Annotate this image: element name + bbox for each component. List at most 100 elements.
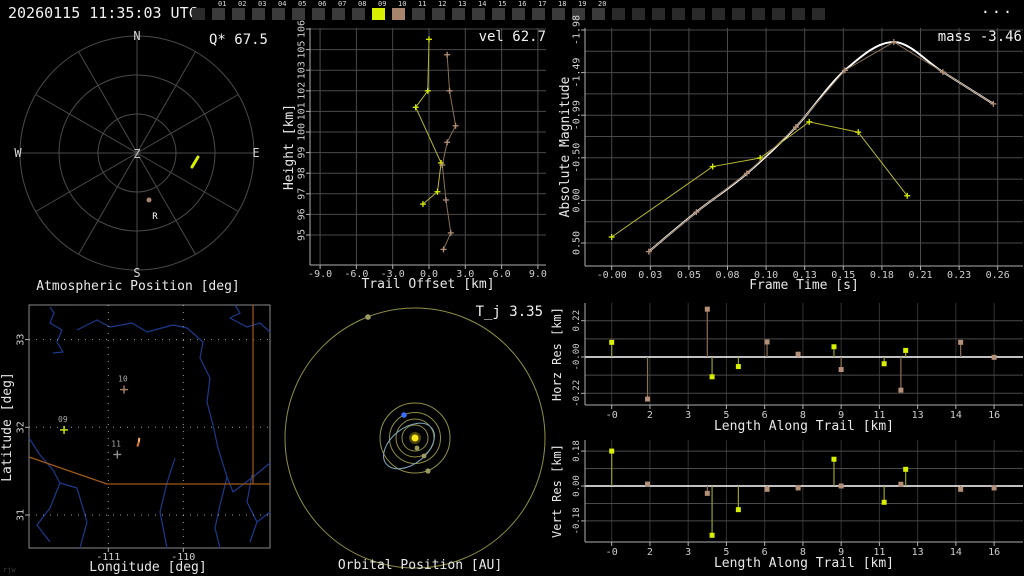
stem-marker-station-2 [764, 339, 770, 345]
sun-dot [411, 434, 419, 442]
tick-label: 13 [912, 547, 924, 558]
tick-label: 0.03 [638, 270, 662, 281]
compass-east-label: E [252, 146, 259, 160]
tick-label: 100 [297, 123, 308, 141]
river [159, 482, 168, 549]
stem-marker-station-2 [704, 306, 710, 312]
polar-spoke [136, 152, 239, 212]
earth-dot [401, 412, 407, 418]
tick-label: 0.08 [715, 270, 739, 281]
state-border [28, 456, 270, 485]
stem-marker-station-2 [795, 351, 801, 357]
series-station-1 [415, 39, 442, 205]
tick-label: 3 [685, 410, 691, 421]
tick-label: 0.26 [986, 270, 1010, 281]
tick-label: 16 [988, 547, 1000, 558]
stem-marker-station-2 [764, 486, 770, 492]
polar-spoke [136, 152, 196, 255]
tick-label: 2 [647, 547, 653, 558]
tick-label: -0.18 [572, 507, 582, 534]
ground-map-panel: 333231-111 -110091011 [16, 304, 271, 563]
horz-ylabel: Horz Res [km] [550, 307, 564, 401]
stem-marker-station-1 [831, 456, 837, 462]
tick-label: 97 [297, 188, 308, 200]
velocity-annotation: vel 62.7 [479, 29, 546, 45]
app-screen: 20260115 11:35:03 UTC 01 02 03 04 05 06 07 08 09… [0, 0, 1024, 576]
trail-xlabel: Trail Offset [km] [361, 277, 494, 292]
stem-marker-station-1 [735, 507, 741, 513]
radiant-label: R [152, 212, 158, 222]
tick-label: 0.21 [908, 270, 932, 281]
tick-label: -0.00 [597, 270, 627, 281]
mag-xlabel: Frame Time [s] [749, 278, 859, 293]
tick-label: 0.00 [572, 475, 582, 497]
tick-label: 2 [647, 410, 653, 421]
river [229, 304, 271, 333]
tick-label: -0.22 [572, 380, 582, 407]
frame10-position-dot [146, 197, 152, 203]
series-station-2 [648, 41, 994, 252]
station-label: 10 [118, 375, 128, 384]
tick-label: -1.98 [572, 15, 583, 45]
vert-residuals-panel: -0 2 3 5 6 8 9 11 13 14 160.180.00-0.18 [572, 440, 1023, 558]
horz-xlabel: Length Along Trail [km] [714, 419, 894, 434]
tick-label: 3 [685, 547, 691, 558]
tick-label: 0.05 [677, 270, 701, 281]
polar-spoke [35, 152, 138, 212]
tick-label: -9.0 [308, 269, 332, 280]
tick-label: 0.18 [572, 440, 582, 462]
polar-spoke [35, 94, 138, 154]
stem-marker-station-1 [709, 532, 715, 538]
venus-dot [421, 453, 427, 459]
tick-label: -0.00 [572, 343, 582, 370]
tick-label: 0.18 [870, 270, 894, 281]
tick-label: 6.0 [493, 269, 511, 280]
stem-marker-station-1 [903, 347, 909, 353]
zenith-label: Z [133, 147, 140, 161]
mass-annotation: mass -3.46 [938, 29, 1022, 45]
stem-marker-station-2 [795, 485, 801, 491]
magnitude-panel: -0.00 0.03 0.05 0.08 0.10 0.13 0.15 0.18 0.21 0.2… [572, 15, 1023, 281]
mag-ylabel: Absolute Magnitude [558, 76, 573, 217]
tick-label: 0.00 [572, 188, 583, 212]
compass-north-label: N [133, 29, 140, 43]
trail-ylabel: Height [km] [282, 104, 297, 190]
tick-label: 98 [297, 167, 308, 179]
tick-label: -1.49 [572, 58, 583, 88]
tick-label: 103 [297, 61, 308, 79]
stem-marker-station-1 [735, 364, 741, 370]
stem-marker-station-2 [645, 481, 651, 487]
polar-spoke [136, 94, 239, 154]
compass-west-label: W [14, 146, 22, 160]
orbital-panel [284, 307, 546, 569]
watermark: rjw [3, 566, 16, 574]
meteor-streak [190, 155, 200, 169]
stem-marker-station-1 [881, 361, 887, 367]
mercury-dot [414, 445, 420, 451]
vert-ylabel: Vert Res [km] [550, 444, 564, 538]
vert-xlabel: Length Along Trail [km] [714, 556, 894, 571]
river [28, 437, 61, 543]
station-label: 09 [58, 415, 68, 424]
tick-label: 33 [16, 334, 27, 346]
tick-label: 106 [297, 20, 308, 38]
stem-marker-station-2 [898, 481, 904, 487]
trajectory-streak [137, 437, 141, 443]
stem-marker-station-2 [991, 485, 997, 491]
jupiter-dot [365, 314, 371, 320]
tick-label: -0.50 [572, 143, 583, 173]
tick-label: 96 [297, 208, 308, 220]
tick-label: -0 [606, 547, 618, 558]
tick-label: 9.0 [529, 269, 547, 280]
river [76, 319, 228, 549]
river [166, 457, 176, 484]
tick-label: 0.50 [572, 231, 583, 255]
stem-marker-station-2 [958, 486, 964, 492]
polar-spoke [78, 51, 138, 154]
stem-marker-station-2 [991, 354, 997, 360]
tick-label: 102 [297, 82, 308, 100]
stem-marker-station-1 [609, 448, 615, 454]
orbit-caption: Orbital Position [AU] [338, 558, 502, 573]
river [49, 306, 64, 354]
height-trail-panel: -9.0 -6.0 -3.0 0.0 3.0 6.0 9.01061051031021011… [297, 20, 547, 280]
